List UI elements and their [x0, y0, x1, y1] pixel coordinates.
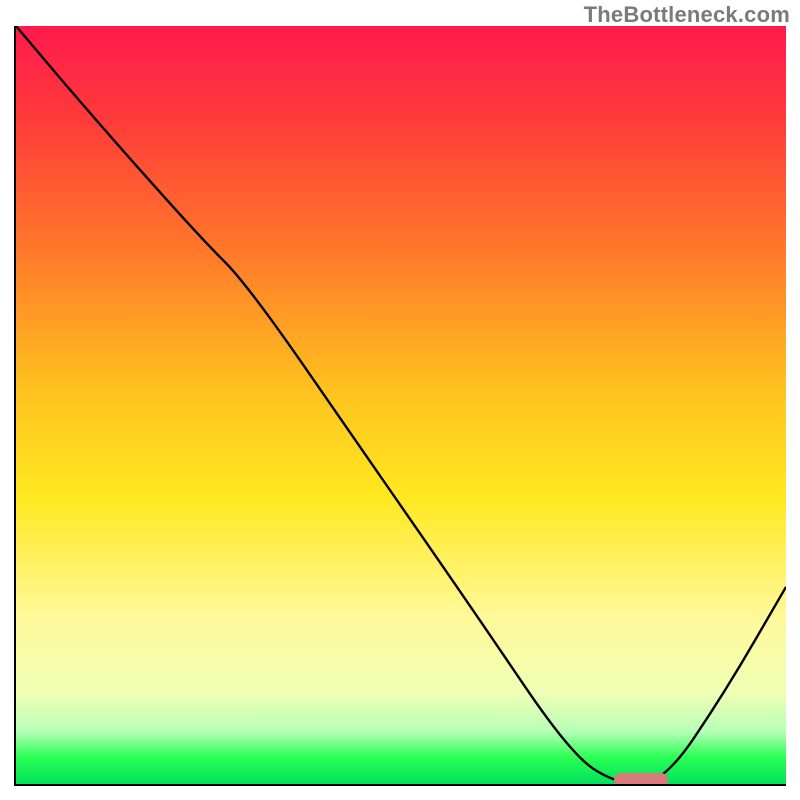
attribution-text: TheBottleneck.com [584, 2, 790, 28]
bottleneck-curve [16, 26, 786, 784]
plot-area [14, 26, 786, 786]
optimum-marker [614, 773, 668, 786]
chart-frame: TheBottleneck.com [0, 0, 800, 800]
